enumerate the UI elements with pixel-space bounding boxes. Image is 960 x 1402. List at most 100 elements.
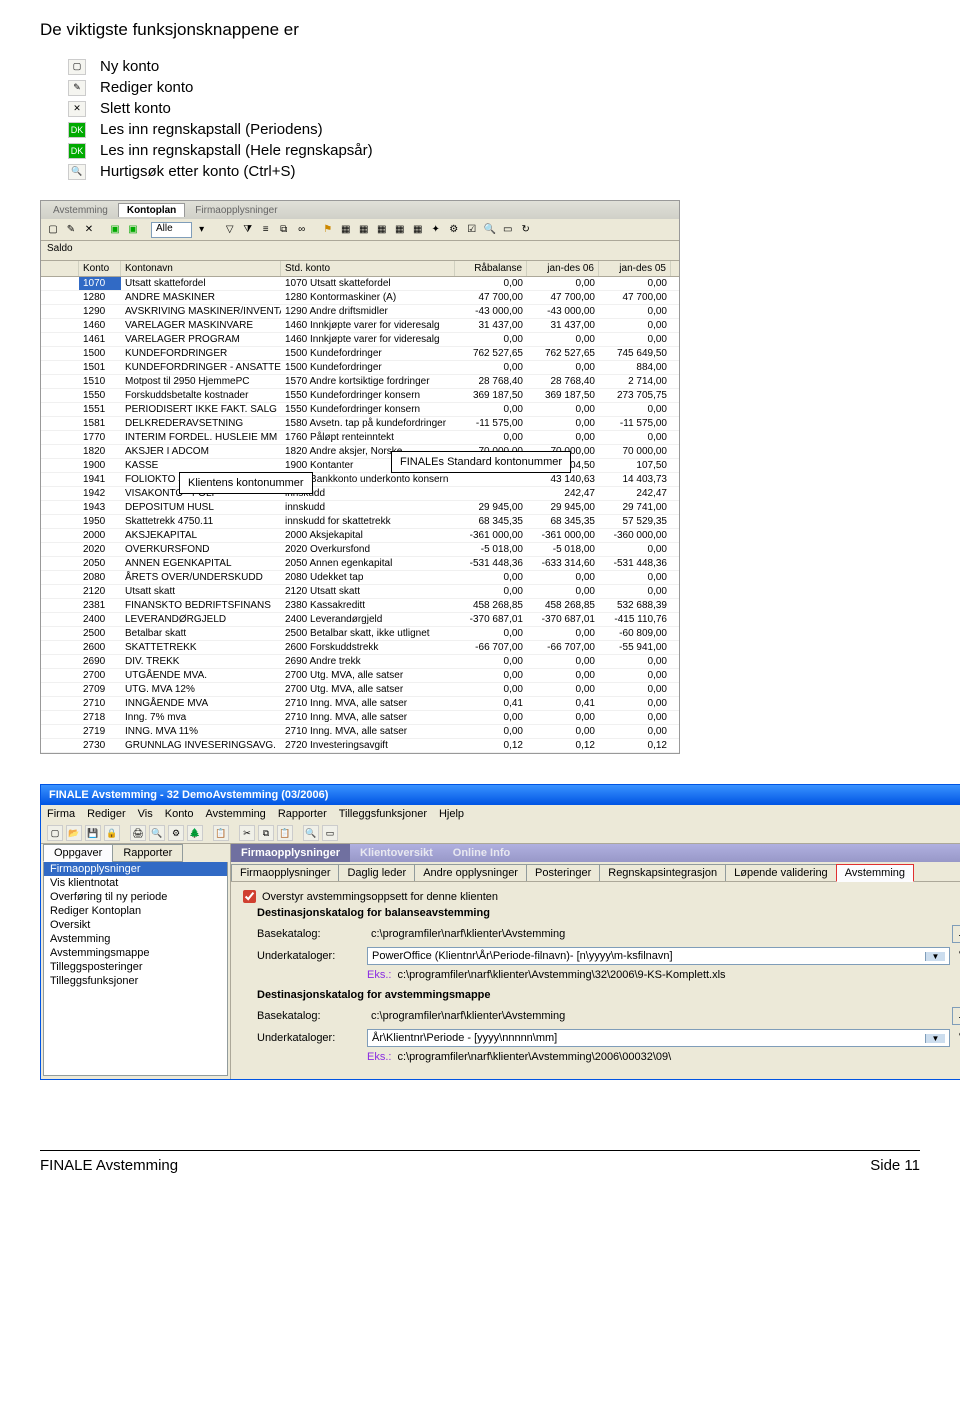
col-kontonavn[interactable]: Kontonavn [121, 261, 281, 276]
table-row[interactable]: 1501KUNDEFORDRINGER - ANSATTE1500 Kundef… [41, 361, 679, 375]
ctab-firma[interactable]: Firmaopplysninger [231, 844, 350, 862]
tb-lock-icon[interactable]: 🔒 [104, 825, 120, 841]
side-tab-oppgaver[interactable]: Oppgaver [43, 844, 113, 862]
tb-copy-icon[interactable]: ⧉ [276, 222, 292, 238]
tab-avstemming[interactable]: Avstemming [45, 204, 116, 217]
table-row[interactable]: 2381FINANSKTO BEDRIFTSFINANS2380 Kassakr… [41, 599, 679, 613]
tb-gear-icon[interactable]: ⚙ [446, 222, 462, 238]
underkat1-select[interactable]: PowerOffice (Klientnr\År\Periode-filnavn… [367, 947, 950, 965]
tab-firmaopplysninger[interactable]: Firmaopplysninger [187, 204, 285, 217]
menu-rapporter[interactable]: Rapporter [278, 808, 327, 820]
table-row[interactable]: 1900KASSE1900 Kontanter404,50107,50 [41, 459, 679, 473]
col-check[interactable] [41, 261, 79, 276]
tb-new-icon[interactable]: ▢ [47, 825, 63, 841]
tb-copy-icon[interactable]: ⧉ [258, 825, 274, 841]
table-row[interactable]: 2050ANNEN EGENKAPITAL2050 Annen egenkapi… [41, 557, 679, 571]
tb-setup-icon[interactable]: ⚙ [168, 825, 184, 841]
table-row[interactable]: 2020OVERKURSFOND2020 Overkursfond-5 018,… [41, 543, 679, 557]
tb-open-icon[interactable]: 📂 [66, 825, 82, 841]
menu-konto[interactable]: Konto [165, 808, 194, 820]
table-row[interactable]: 2709UTG. MVA 12%2700 Utg. MVA, alle sats… [41, 683, 679, 697]
tb-preview-icon[interactable]: 🔍 [149, 825, 165, 841]
col-rabalanse[interactable]: Råbalanse [455, 261, 527, 276]
table-row[interactable]: 1550Forskuddsbetalte kostnader1550 Kunde… [41, 389, 679, 403]
tb-sort-icon[interactable]: ≡ [258, 222, 274, 238]
tb-dk-icon[interactable]: ▣ [107, 222, 123, 238]
tb-flag-icon[interactable]: ⚑ [320, 222, 336, 238]
side-item-oversikt[interactable]: Oversikt [44, 918, 227, 932]
table-row[interactable]: 1500KUNDEFORDRINGER1500 Kundefordringer7… [41, 347, 679, 361]
tb-tree-icon[interactable]: 🌲 [187, 825, 203, 841]
tab-kontoplan[interactable]: Kontoplan [118, 203, 185, 217]
subtab-firma[interactable]: Firmaopplysninger [231, 864, 339, 881]
chevron-down-icon[interactable]: ▼ [925, 1034, 945, 1043]
subtab-andre[interactable]: Andre opplysninger [414, 864, 527, 881]
tb-paste-icon[interactable]: 📋 [277, 825, 293, 841]
col-jan05[interactable]: jan-des 05 [599, 261, 671, 276]
tb-col4-icon[interactable]: ▦ [392, 222, 408, 238]
tb-wand-icon[interactable]: ✦ [428, 222, 444, 238]
tb-col1-icon[interactable]: ▦ [338, 222, 354, 238]
tb-new-icon[interactable]: ▢ [45, 222, 61, 238]
side-item-klientnotat[interactable]: Vis klientnotat [44, 876, 227, 890]
menu-hjelp[interactable]: Hjelp [439, 808, 464, 820]
side-item-firmaopplysninger[interactable]: Firmaopplysninger [44, 862, 227, 876]
tb-edit-icon[interactable]: ✎ [63, 222, 79, 238]
table-row[interactable]: 1461VARELAGER PROGRAM1460 Innkjøpte vare… [41, 333, 679, 347]
table-row[interactable]: 1290AVSKRIVING MASKINER/INVENTAR1290 And… [41, 305, 679, 319]
table-row[interactable]: 2700UTGÅENDE MVA.2700 Utg. MVA, alle sat… [41, 669, 679, 683]
menu-vis[interactable]: Vis [138, 808, 153, 820]
table-row[interactable]: 2000AKSJEKAPITAL2000 Aksjekapital-361 00… [41, 529, 679, 543]
table-row[interactable]: 1820AKSJER I ADCOM1820 Andre aksjer, Nor… [41, 445, 679, 459]
tb-col5-icon[interactable]: ▦ [410, 222, 426, 238]
overstyr-checkbox[interactable] [243, 890, 256, 903]
tb-col2-icon[interactable]: ▦ [356, 222, 372, 238]
side-item-overforing[interactable]: Overføring til ny periode [44, 890, 227, 904]
tb-print-icon[interactable]: 🖨 [130, 825, 146, 841]
table-row[interactable]: 1070Utsatt skattefordel1070 Utsatt skatt… [41, 277, 679, 291]
chevron-down-icon[interactable]: ▾ [194, 222, 210, 238]
side-item-rediger-kontoplan[interactable]: Rediger Kontoplan [44, 904, 227, 918]
tb-check-icon[interactable]: ☑ [464, 222, 480, 238]
edit-icon[interactable]: ✎ [952, 1029, 960, 1047]
menu-tillegg[interactable]: Tilleggsfunksjoner [339, 808, 427, 820]
side-item-mappe[interactable]: Avstemmingsmappe [44, 946, 227, 960]
side-item-avstemming[interactable]: Avstemming [44, 932, 227, 946]
tb-filter-icon[interactable]: ⧩ [240, 222, 256, 238]
col-stdkonto[interactable]: Std. konto [281, 261, 455, 276]
chevron-down-icon[interactable]: ▼ [925, 952, 945, 961]
col-konto[interactable]: Konto [79, 261, 121, 276]
table-row[interactable]: 1770INTERIM FORDEL. HUSLEIE MM1760 Påløp… [41, 431, 679, 445]
side-item-funksjoner[interactable]: Tilleggsfunksjoner [44, 974, 227, 988]
tb-save-icon[interactable]: 💾 [85, 825, 101, 841]
table-row[interactable]: 2500Betalbar skatt2500 Betalbar skatt, i… [41, 627, 679, 641]
subtab-daglig[interactable]: Daglig leder [338, 864, 415, 881]
tb-find-icon[interactable]: 🔍 [303, 825, 319, 841]
tb-funnel-icon[interactable]: ▽ [222, 222, 238, 238]
subtab-avstemming[interactable]: Avstemming [836, 864, 914, 882]
tb-window-icon[interactable]: ▭ [322, 825, 338, 841]
tb-window-icon[interactable]: ▭ [500, 222, 516, 238]
table-row[interactable]: 1941FOLIOKTO SPAREBANK 1/ADCOM1565 Bankk… [41, 473, 679, 487]
tb-find-icon[interactable]: 🔍 [482, 222, 498, 238]
table-row[interactable]: 1510Motpost til 2950 HjemmePC1570 Andre … [41, 375, 679, 389]
table-row[interactable]: 2400LEVERANDØRGJELD2400 Leverandørgjeld-… [41, 613, 679, 627]
table-row[interactable]: 2719INNG. MVA 11%2710 Inng. MVA, alle sa… [41, 725, 679, 739]
tb-link-icon[interactable]: ∞ [294, 222, 310, 238]
col-jan06[interactable]: jan-des 06 [527, 261, 599, 276]
filter-select[interactable]: Alle [151, 222, 192, 238]
table-row[interactable]: 2730GRUNNLAG INVESERINGSAVG.2720 Investe… [41, 739, 679, 753]
menu-rediger[interactable]: Rediger [87, 808, 126, 820]
menu-firma[interactable]: Firma [47, 808, 75, 820]
subtab-validering[interactable]: Løpende validering [725, 864, 837, 881]
tb-cut-icon[interactable]: ✂ [239, 825, 255, 841]
table-row[interactable]: 1460VARELAGER MASKINVARE1460 Innkjøpte v… [41, 319, 679, 333]
table-row[interactable]: 1581DELKREDERAVSETNING1580 Avsetn. tap p… [41, 417, 679, 431]
table-row[interactable]: 2120Utsatt skatt2120 Utsatt skatt0,000,0… [41, 585, 679, 599]
tb-clip-icon[interactable]: 📋 [213, 825, 229, 841]
table-row[interactable]: 1950Skattetrekk 4750.11innskudd for skat… [41, 515, 679, 529]
side-tab-rapporter[interactable]: Rapporter [112, 844, 183, 862]
table-row[interactable]: 2080ÅRETS OVER/UNDERSKUDD2080 Udekket ta… [41, 571, 679, 585]
table-row[interactable]: 1280ANDRE MASKINER1280 Kontormaskiner (A… [41, 291, 679, 305]
table-row[interactable]: 2600SKATTETREKK2600 Forskuddstrekk-66 70… [41, 641, 679, 655]
